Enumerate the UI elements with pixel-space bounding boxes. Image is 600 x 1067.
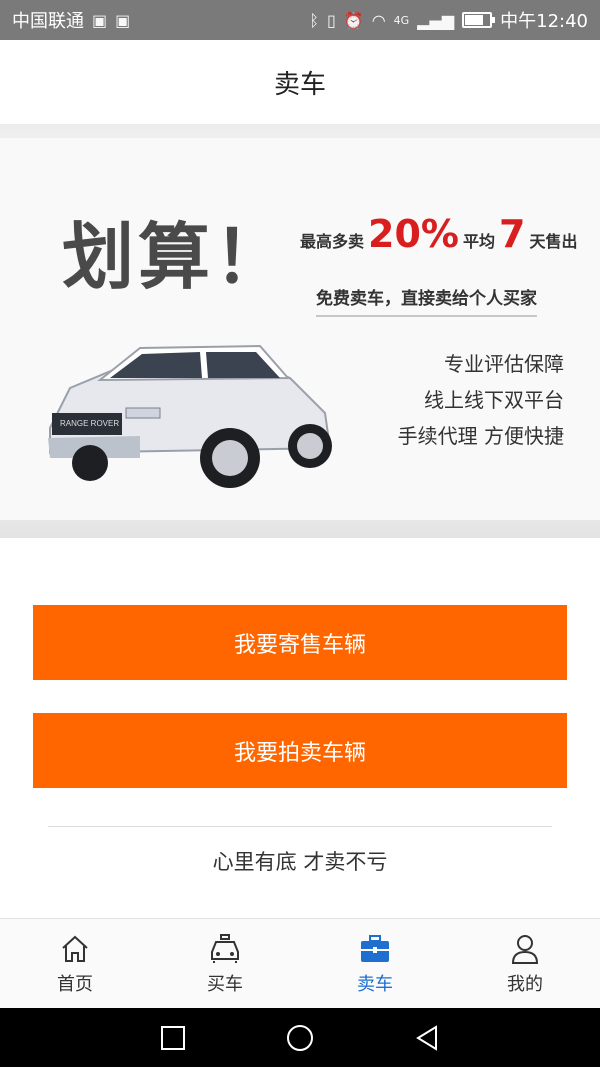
feature-item: 专业评估保障 (444, 352, 564, 376)
battery-icon (462, 12, 496, 28)
consign-vehicle-button[interactable]: 我要寄售车辆 (33, 605, 567, 680)
suv-car-image: RANGE ROVER (48, 344, 332, 488)
home-circle-icon[interactable] (285, 1023, 315, 1053)
feature-item: 手续代理 方便快捷 (397, 424, 564, 448)
tab-profile[interactable]: 我的 (450, 919, 600, 1009)
promo-line: 最高多卖 20% 平均 7 天售出 (300, 212, 577, 256)
promo-prefix: 最高多卖 (300, 232, 365, 251)
banner-inner: 划算！ 最高多卖 20% 平均 7 天售出 免费卖车，直接卖给个人买家 专业评估… (0, 138, 600, 520)
bluetooth-icon: ᛒ (309, 10, 319, 30)
tab-label: 首页 (57, 974, 93, 995)
system-nav-bar (0, 1008, 600, 1067)
bottom-tab-bar: 首页 买车 卖车 我的 (0, 918, 600, 1009)
tab-label: 买车 (207, 974, 243, 995)
alarm-icon: ⏰ (343, 10, 364, 30)
home-icon (62, 935, 88, 962)
clock-label: 中午12:40 (500, 11, 588, 32)
user-icon (511, 935, 539, 964)
tab-label: 我的 (507, 974, 543, 995)
signal-icon: ▂▄▆ (417, 10, 455, 30)
sub-promo: 免费卖车，直接卖给个人买家 (316, 284, 537, 317)
sim-card-icon-2: ▣ (115, 10, 131, 30)
feature-item: 线上线下双平台 (424, 388, 564, 412)
promo-suffix: 天售出 (529, 232, 578, 251)
promo-days: 7 (499, 212, 526, 256)
auction-vehicle-button[interactable]: 我要拍卖车辆 (33, 713, 567, 788)
status-right: ᛒ ▯ ⏰ ◠ 4G ▂▄▆ 中午12:40 (309, 7, 588, 33)
car-icon (211, 934, 239, 963)
carrier-label: 中国联通 (12, 11, 84, 32)
recents-square-icon[interactable] (158, 1023, 188, 1053)
back-triangle-icon[interactable] (412, 1023, 442, 1053)
auction-vehicle-label: 我要拍卖车辆 (233, 740, 366, 766)
car-badge-text: RANGE ROVER (60, 419, 119, 428)
promo-banner[interactable]: 划算！ 最高多卖 20% 平均 7 天售出 免费卖车，直接卖给个人买家 专业评估… (0, 124, 600, 538)
promo-mid: 平均 (462, 232, 495, 251)
promo-percent: 20% (368, 212, 459, 256)
status-bar: 中国联通 ▣ ▣ ᛒ ▯ ⏰ ◠ 4G ▂▄▆ 中午12:40 (0, 0, 600, 40)
app-header: 卖车 (0, 40, 600, 125)
page-title: 卖车 (273, 69, 326, 100)
feature-list: 专业评估保障 线上线下双平台 手续代理 方便快捷 (398, 346, 564, 454)
sim-card-icon: ▣ (92, 10, 108, 30)
briefcase-icon (361, 935, 389, 962)
divider (48, 826, 552, 827)
tab-sell-car[interactable]: 卖车 (300, 919, 450, 1009)
tab-buy-car[interactable]: 买车 (150, 919, 300, 1009)
network-type-label: 4G (393, 13, 410, 27)
tab-home[interactable]: 首页 (0, 919, 150, 1009)
tagline: 心里有底 才卖不亏 (212, 850, 388, 874)
status-left: 中国联通 ▣ ▣ (12, 7, 130, 33)
consign-vehicle-label: 我要寄售车辆 (233, 632, 366, 658)
vibrate-icon: ▯ (326, 10, 336, 30)
banner-headline: 划算！ (62, 215, 291, 299)
tab-label: 卖车 (357, 974, 393, 995)
wifi-icon: ◠ (371, 10, 386, 30)
